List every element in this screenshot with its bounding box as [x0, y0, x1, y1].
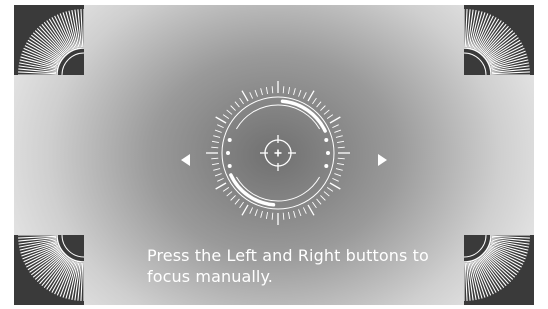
focus-arc-top [280, 99, 327, 133]
left-arrow-icon[interactable] [176, 150, 196, 170]
corner-fan-icon [464, 5, 534, 75]
crosshair-icon [260, 135, 296, 171]
right-arrow-icon[interactable] [372, 150, 392, 170]
corner-fan-icon [14, 5, 84, 75]
corner-fan-icon [14, 235, 84, 305]
focus-arc-bottom [229, 173, 276, 207]
focus-dial [206, 81, 350, 225]
instruction-text: Press the Left and Right buttons to focu… [147, 246, 429, 286]
manual-focus-screen: Press the Left and Right buttons to focu… [14, 5, 534, 305]
corner-fan-icon [464, 235, 534, 305]
